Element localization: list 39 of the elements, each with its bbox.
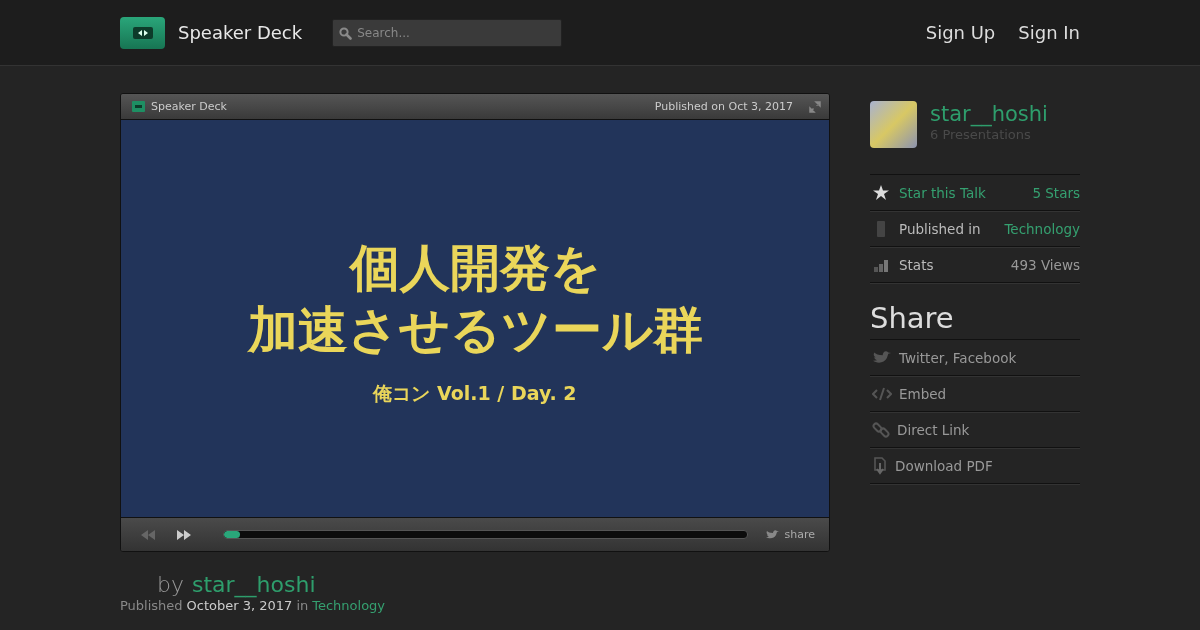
code-icon <box>872 386 892 401</box>
share-link[interactable]: share <box>784 528 815 541</box>
category-link[interactable]: Technology <box>1004 220 1080 237</box>
share-heading: Share <box>870 301 955 335</box>
share-option[interactable]: Twitter, Facebook <box>870 340 1080 376</box>
search-field[interactable]: Search... <box>332 18 563 47</box>
bird-icon <box>765 529 779 540</box>
author-link[interactable]: star__hoshi <box>192 572 316 597</box>
share-option[interactable]: Embed <box>870 376 1080 412</box>
stat-label: Stats <box>899 256 934 273</box>
slide-title: 個人開発を 加速させるツール群 <box>247 237 703 361</box>
bird-icon <box>872 350 892 365</box>
published-label: Published <box>120 598 183 613</box>
slide-subtitle: 俺コン Vol.1 / Day. 2 <box>373 380 577 406</box>
by-label: by <box>157 572 184 597</box>
username-link[interactable]: star__hoshi <box>930 101 1048 127</box>
progress-track[interactable] <box>223 530 748 539</box>
publish-date: Published on Oct 3, 2017 <box>654 100 793 113</box>
star-count[interactable]: 5 Stars <box>1032 184 1080 201</box>
stat-label: Published in <box>899 220 981 237</box>
download-file-icon <box>872 456 888 475</box>
nav-link[interactable]: Sign Up <box>925 22 996 43</box>
chain-link-icon <box>872 420 890 439</box>
share-option[interactable]: Direct Link <box>870 412 1080 448</box>
logo-icon <box>132 101 145 112</box>
next-icon[interactable] <box>177 529 191 540</box>
publish-date: October 3, 2017 <box>186 598 293 613</box>
star-icon <box>873 185 889 200</box>
fullscreen-icon[interactable] <box>809 100 821 113</box>
bar-chart-icon <box>873 257 889 272</box>
nav-link[interactable]: Sign In <box>1018 22 1080 43</box>
share-option[interactable]: Download PDF <box>870 448 1080 484</box>
logo-icon[interactable] <box>120 16 165 49</box>
category-link[interactable]: Technology <box>312 598 386 613</box>
star-talk-link[interactable]: Star this Talk <box>899 184 986 201</box>
player-brand: Speaker Deck <box>151 100 227 113</box>
in-label: in <box>296 598 309 613</box>
view-count: 493 Views <box>1010 256 1080 273</box>
site-name[interactable]: Speaker Deck <box>178 22 303 43</box>
